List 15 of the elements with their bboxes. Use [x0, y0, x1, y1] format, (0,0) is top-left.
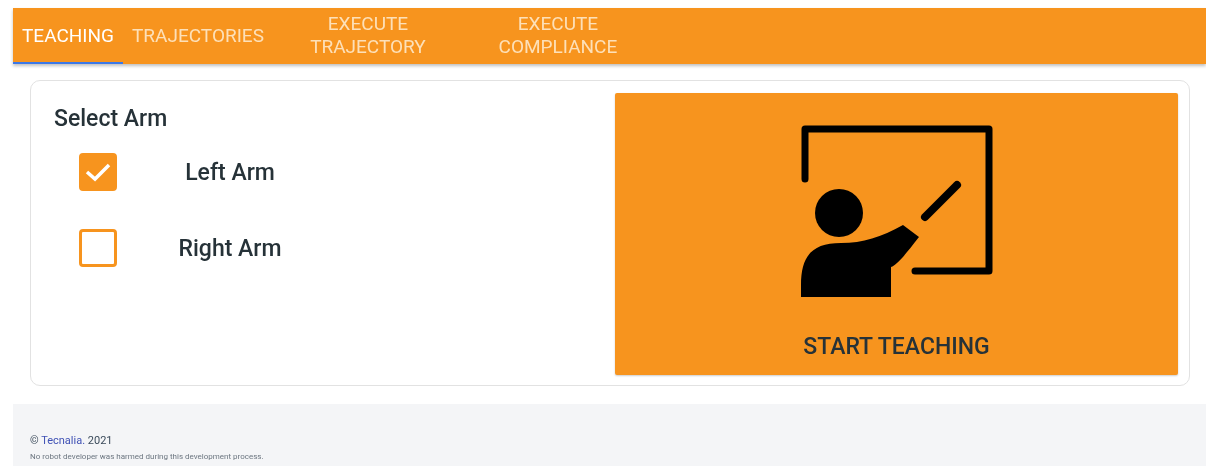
- section-title: Select Arm: [54, 105, 168, 132]
- copyright-text: © Tecnalia. 2021: [30, 434, 114, 447]
- nav-tab[interactable]: TEACHING: [13, 8, 123, 64]
- checkbox[interactable]: [79, 153, 117, 191]
- footer-note: No robot developer was harmed during this development process.: [30, 452, 265, 461]
- teacher-icon: [800, 125, 993, 297]
- company-link[interactable]: Tecnalia.: [41, 434, 86, 447]
- nav-tab[interactable]: EXECUTE COMPLIANCE: [462, 8, 653, 64]
- start-teaching-button[interactable]: START TEACHING: [615, 93, 1178, 375]
- checkbox-label: Left Arm: [184, 158, 276, 186]
- nav-tab[interactable]: TRAJECTORIES: [123, 8, 273, 64]
- checkbox[interactable]: [79, 229, 117, 267]
- checkmark-icon: [85, 162, 111, 182]
- checkbox-label: Right Arm: [177, 234, 283, 262]
- nav-tab[interactable]: EXECUTE TRAJECTORY: [272, 8, 463, 64]
